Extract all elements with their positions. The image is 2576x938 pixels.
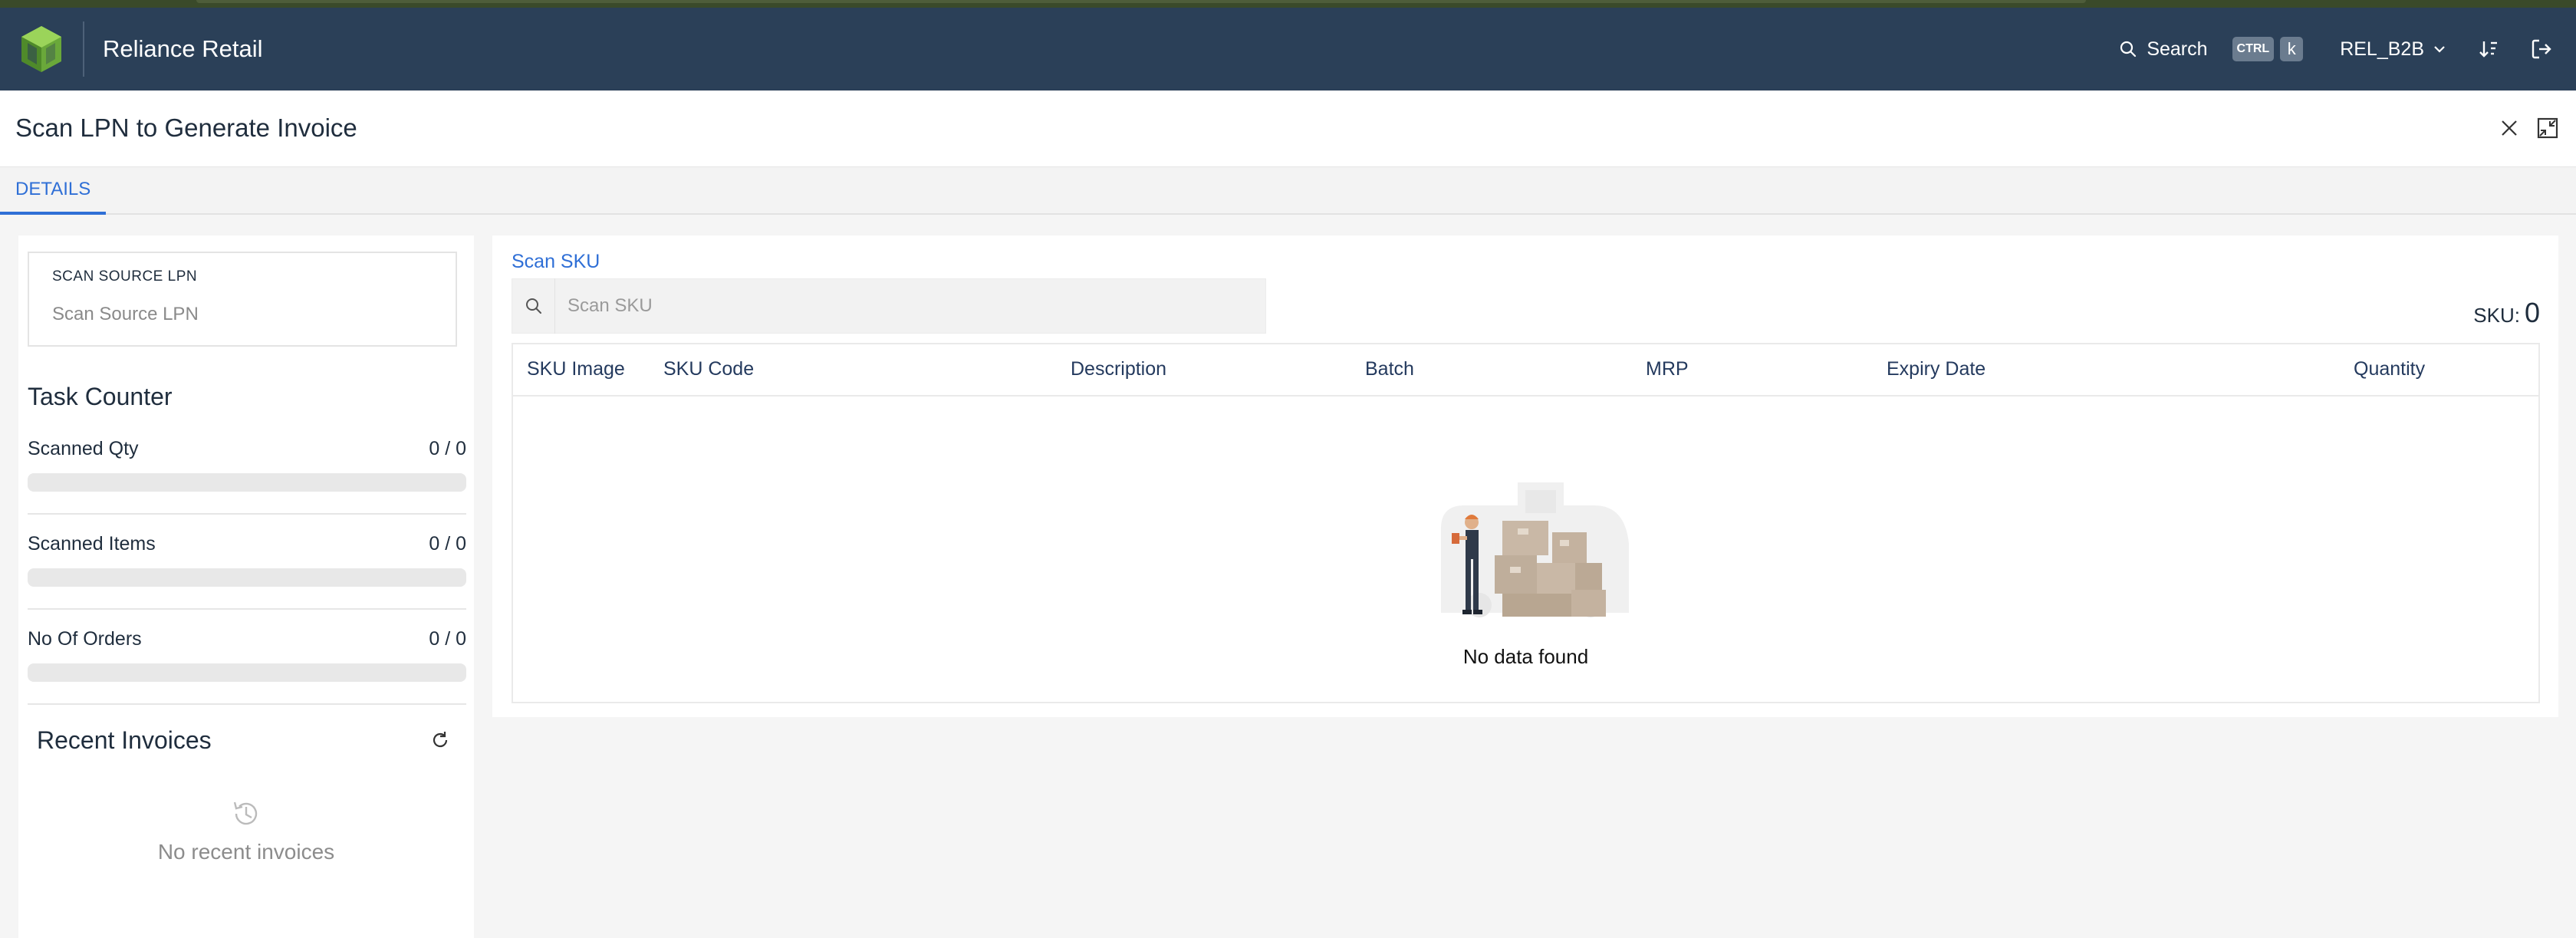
divider (28, 513, 466, 515)
tenant-label: REL_B2B (2340, 38, 2424, 60)
reliance-logo-icon[interactable] (17, 25, 66, 74)
recent-invoices-empty-text: No recent invoices (157, 840, 335, 864)
table-header: SKU Image SKU Code Description Batch MRP… (513, 344, 2538, 397)
counter-value: 0 / 0 (429, 628, 466, 650)
progress-bar (28, 568, 466, 587)
progress-bar (28, 473, 466, 492)
counter-value: 0 / 0 (429, 438, 466, 459)
scan-source-lpn-label: SCAN SOURCE LPN (52, 268, 198, 285)
main-panel: Scan SKU SKU:0 SKU Image SKU Code Descri… (492, 235, 2558, 717)
refresh-icon[interactable] (429, 729, 451, 755)
scan-source-lpn-input[interactable] (52, 304, 436, 325)
history-icon (230, 798, 262, 834)
sort-icon[interactable] (2478, 38, 2499, 60)
task-counter-title: Task Counter (28, 383, 173, 410)
browser-top-strip (0, 0, 2576, 8)
counter-label: Scanned Items (28, 533, 156, 555)
shortcut-ctrl-key: CTRL (2232, 37, 2275, 61)
column-header-description[interactable]: Description (1071, 358, 1166, 380)
navbar-divider (83, 21, 84, 77)
scan-source-lpn-box: SCAN SOURCE LPN (28, 252, 457, 347)
divider (28, 703, 466, 705)
app-title: Reliance Retail (103, 35, 263, 62)
column-header-batch[interactable]: Batch (1365, 358, 1414, 380)
column-header-sku-image[interactable]: SKU Image (527, 358, 625, 380)
sku-count: SKU: 0 (2473, 297, 2540, 329)
top-navbar: Reliance Retail Search CTRL k REL_B2B (0, 8, 2576, 91)
divider (28, 608, 466, 610)
column-header-mrp[interactable]: MRP (1646, 358, 1689, 380)
recent-invoices-title: Recent Invoices (37, 726, 212, 754)
chevron-down-icon (2434, 46, 2445, 53)
search-icon (2120, 41, 2137, 58)
scan-sku-input[interactable] (555, 279, 1265, 333)
tab-bar: DETAILS (0, 167, 2576, 215)
sku-count-value: 0 (2524, 297, 2540, 328)
counter-label: Scanned Qty (28, 438, 139, 459)
page-title: Scan LPN to Generate Invoice (15, 114, 357, 142)
global-search-button[interactable]: Search CTRL k (2119, 37, 2304, 61)
tab-details[interactable]: DETAILS (0, 167, 107, 215)
scan-sku-field (512, 278, 1266, 334)
no-data-found-text: No data found (1462, 645, 1589, 668)
logout-icon[interactable] (2530, 38, 2553, 61)
counter-label: No Of Orders (28, 628, 142, 650)
close-icon[interactable] (2499, 118, 2519, 142)
sku-count-label: SKU: (2473, 304, 2520, 327)
column-header-sku-code[interactable]: SKU Code (663, 358, 754, 380)
shortcut-k-key: k (2280, 37, 2304, 61)
search-icon (512, 278, 555, 334)
tenant-selector[interactable]: REL_B2B (2340, 38, 2447, 61)
collapse-window-icon[interactable] (2536, 117, 2559, 143)
column-header-expiry-date[interactable]: Expiry Date (1887, 358, 1985, 380)
scan-sku-label: Scan SKU (512, 251, 600, 272)
page-header: Scan LPN to Generate Invoice (0, 91, 2576, 167)
counter-value: 0 / 0 (429, 533, 466, 555)
left-panel: SCAN SOURCE LPN Task Counter Scanned Qty… (18, 235, 474, 938)
sku-table: SKU Image SKU Code Description Batch MRP… (512, 343, 2540, 703)
empty-boxes-illustration (1410, 459, 1640, 624)
progress-bar (28, 663, 466, 682)
column-header-quantity[interactable]: Quantity (2354, 358, 2425, 380)
search-label: Search (2147, 38, 2208, 60)
